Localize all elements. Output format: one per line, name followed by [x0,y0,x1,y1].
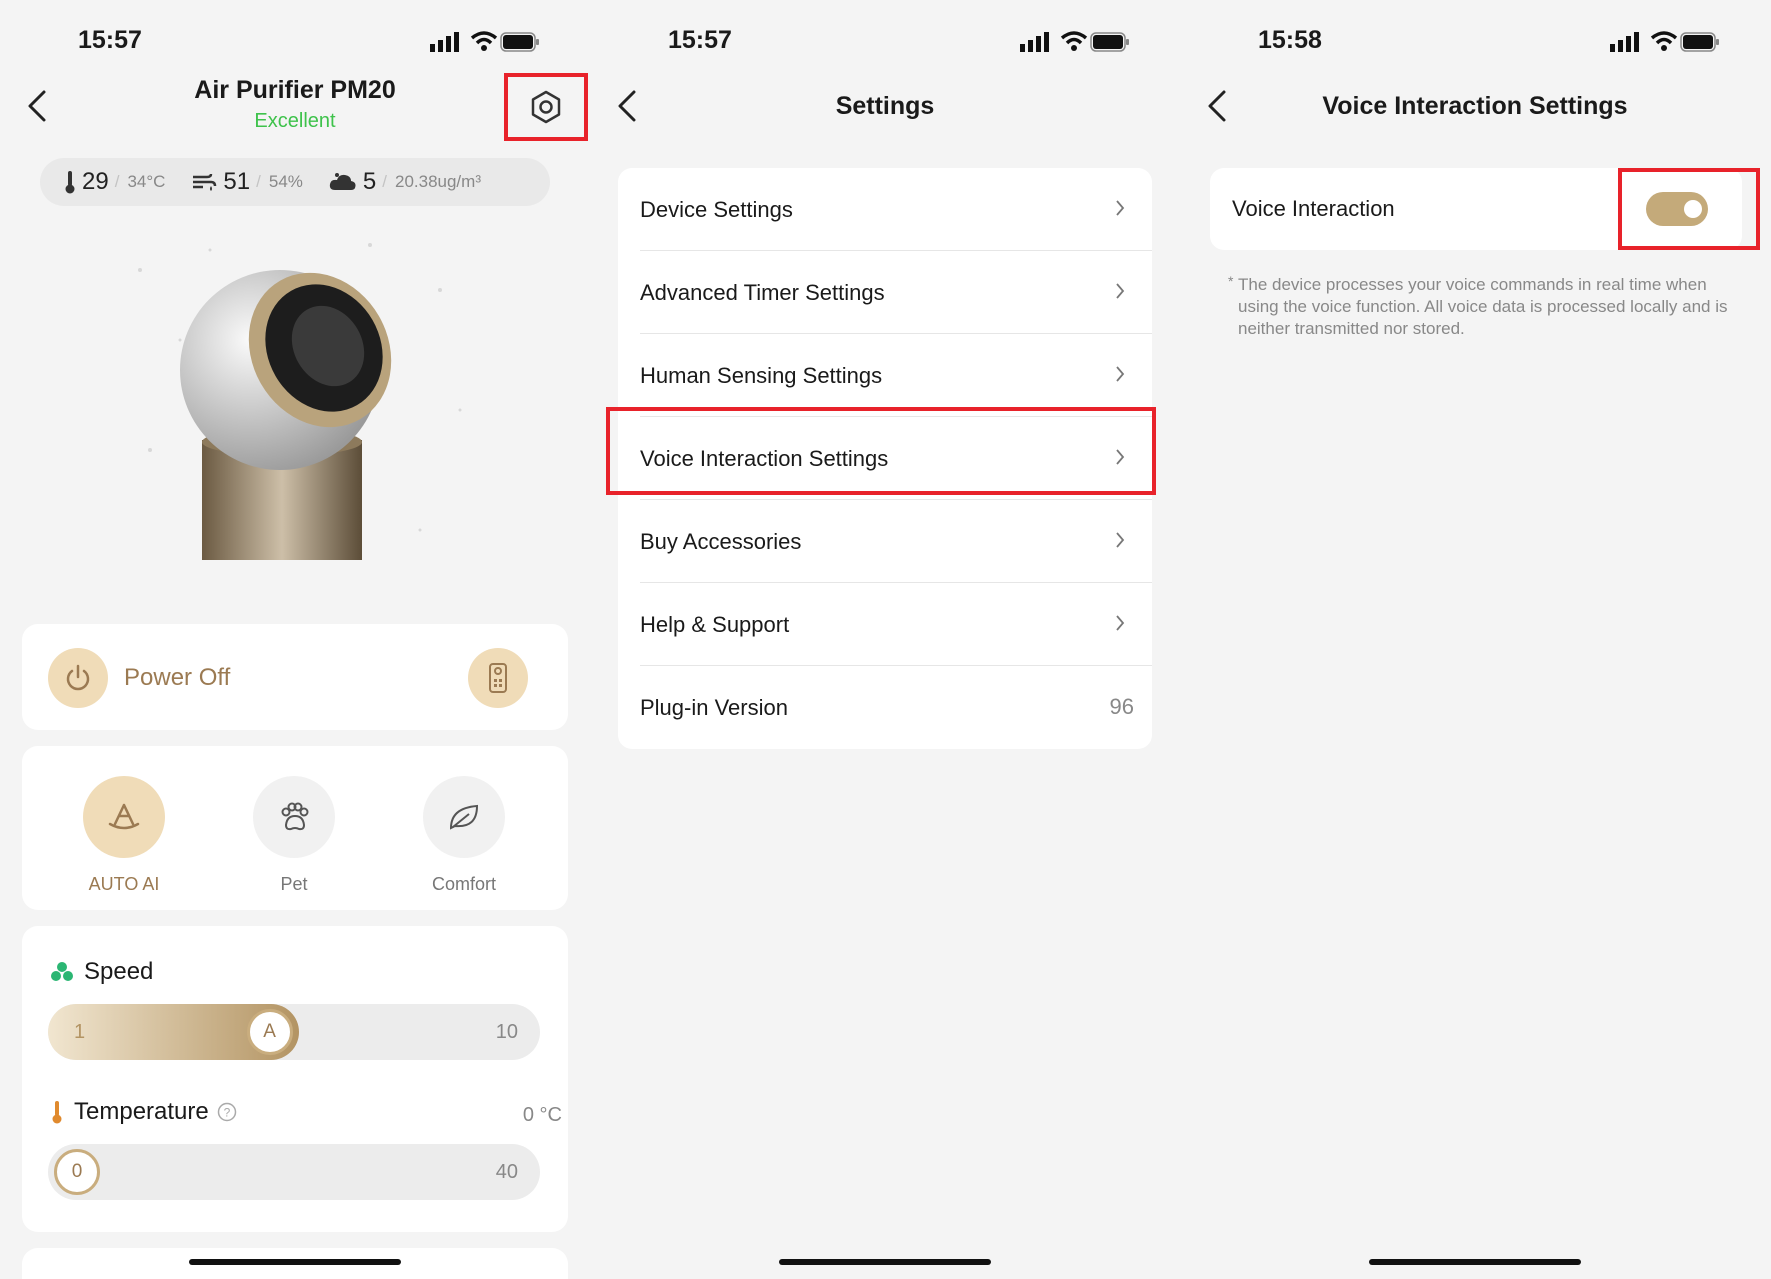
thermometer-icon [52,1101,62,1124]
status-bar: 15:57 [0,24,590,58]
device-title: Air Purifier PM20 [194,76,396,104]
mode-pet[interactable]: Pet [244,776,344,895]
settings-item-voice-interaction[interactable]: Voice Interaction Settings [618,417,1152,500]
remote-icon [489,663,507,693]
pm25-cloud-icon [329,173,356,190]
fan-icon [51,962,73,981]
temperature-slider[interactable]: 40 0 [48,1144,540,1200]
home-indicator[interactable] [1369,1259,1581,1265]
speed-heading: Speed [50,958,153,986]
humidity-wind-icon [193,173,217,191]
battery-icon [1090,32,1129,52]
thermometer-icon [65,171,75,194]
chevron-right-icon [1116,283,1125,299]
modes-card: AUTO AI Pet Comfort [22,746,568,910]
toggle-knob [1684,200,1702,218]
home-indicator[interactable] [779,1259,991,1265]
status-time: 15:58 [1258,26,1322,54]
power-label: Power Off [124,664,231,691]
help-icon[interactable]: ? [217,1102,237,1122]
air-quality-status: Excellent [254,110,336,132]
chevron-right-icon [1116,366,1125,382]
voice-interaction-toggle[interactable] [1646,192,1708,226]
page-title: Voice Interaction Settings [1322,92,1628,120]
metric-humidity: 51/ 54% [191,168,303,196]
plugin-version-value: 96 [1109,694,1134,719]
signal-icon [1020,32,1049,52]
speed-knob[interactable]: A [246,1009,293,1055]
chevron-right-icon [1116,200,1125,216]
chevron-right-icon [1116,449,1125,465]
wifi-icon [470,31,498,51]
page-title: Settings [835,92,935,120]
temperature-value: 0 °C [522,1104,562,1126]
status-time: 15:57 [78,26,142,54]
status-bar: 15:58 [1180,24,1770,58]
auto-ai-icon [108,803,140,830]
device-screen: 15:57 Air Purifier PM20 Excellent 29/ 34… [0,0,590,1279]
paw-icon [281,802,309,831]
settings-item-timer[interactable]: Advanced Timer Settings [618,251,1152,334]
chevron-right-icon [1116,615,1125,631]
signal-icon [430,32,459,52]
voice-settings-screen: 15:58 Voice Interaction Settings Voice I… [1180,0,1770,1279]
battery-icon [500,32,539,52]
metric-pm25: 5/ 20.38ug/m³ [329,168,481,196]
power-icon [66,664,90,691]
speed-slider[interactable]: 1 10 A [48,1004,540,1060]
chevron-right-icon [1116,532,1125,548]
settings-item-device[interactable]: Device Settings [618,168,1152,251]
settings-item-plugin-version: Plug-in Version 96 [640,694,1134,720]
purifier-image [138,243,462,560]
status-bar: 15:57 [590,24,1180,58]
voice-interaction-row: Voice Interaction [1210,168,1742,250]
leaf-icon [449,804,479,830]
gear-icon [531,90,561,124]
battery-icon [1680,32,1719,52]
air-metrics-bar: 29/ 34°C 51/ 54% 5/ 20.38ug/m³ [40,158,550,206]
settings-item-accessories[interactable]: Buy Accessories [618,500,1152,583]
svg-text:?: ? [223,1106,230,1120]
mode-auto-ai[interactable]: AUTO AI [74,776,174,895]
mode-comfort[interactable]: Comfort [414,776,514,895]
temperature-knob[interactable]: 0 [54,1149,100,1195]
voice-interaction-label: Voice Interaction [1232,196,1395,221]
home-indicator[interactable] [189,1259,401,1265]
wifi-icon [1650,31,1678,51]
settings-item-help[interactable]: Help & Support [618,583,1152,666]
temperature-heading: Temperature ? [50,1098,237,1126]
remote-control-button[interactable] [468,648,528,708]
power-button[interactable] [48,648,108,708]
settings-list: Device Settings Advanced Timer Settings … [618,168,1152,749]
wifi-icon [1060,31,1088,51]
metric-temperature: 29/ 34°C [64,168,165,196]
privacy-note: * The device processes your voice comman… [1228,273,1728,338]
signal-icon [1610,32,1639,52]
settings-button[interactable] [504,73,588,141]
status-time: 15:57 [668,26,732,54]
settings-item-human-sensing[interactable]: Human Sensing Settings [618,334,1152,417]
power-card: Power Off [22,624,568,730]
controls-card: Speed 1 10 A Temperature ? 40 0 [22,926,568,1232]
settings-screen: 15:57 Settings Device Settings Advanced … [590,0,1180,1279]
